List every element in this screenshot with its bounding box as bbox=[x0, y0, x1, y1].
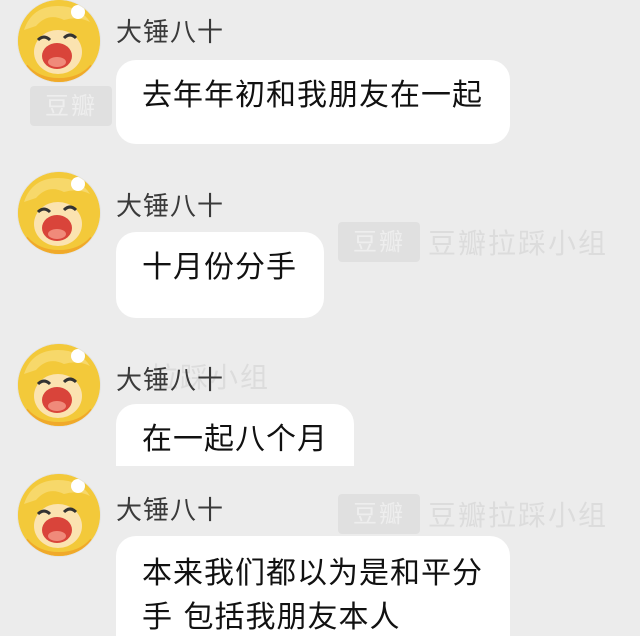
message-text: 去年年初和我朋友在一起 bbox=[142, 78, 483, 113]
message-text-line: 手 包括我朋友本人 bbox=[142, 600, 401, 635]
chat-thread: 豆瓣 豆瓣拉踩小组 豆瓣 豆瓣拉踩小组 拉踩小组 豆瓣 豆瓣拉踩小组 大锤八十 bbox=[0, 0, 640, 636]
message-bubble[interactable]: 去年年初和我朋友在一起 bbox=[116, 60, 510, 144]
douban-watermark-logo: 豆瓣 bbox=[338, 494, 420, 534]
cartoon-avatar-icon bbox=[18, 0, 100, 82]
douban-watermark-text: 豆瓣拉踩小组 bbox=[428, 499, 609, 532]
avatar[interactable] bbox=[18, 474, 100, 556]
message-text: 十月份分手 bbox=[142, 250, 297, 285]
avatar[interactable] bbox=[18, 172, 100, 254]
douban-watermark-text: 豆瓣拉踩小组 bbox=[428, 227, 609, 260]
cartoon-avatar-icon bbox=[18, 344, 100, 426]
avatar[interactable] bbox=[18, 0, 100, 82]
sender-name: 大锤八十 bbox=[116, 496, 225, 526]
douban-watermark-logo: 豆瓣 bbox=[338, 222, 420, 262]
douban-watermark: 豆瓣 豆瓣拉踩小组 bbox=[338, 222, 608, 262]
sender-name: 大锤八十 bbox=[116, 18, 225, 48]
cartoon-avatar-icon bbox=[18, 172, 100, 254]
douban-watermark: 豆瓣 豆瓣拉踩小组 bbox=[338, 494, 608, 534]
avatar[interactable] bbox=[18, 344, 100, 426]
sender-name: 大锤八十 bbox=[116, 192, 225, 222]
message-bubble[interactable]: 十月份分手 bbox=[116, 232, 324, 318]
douban-watermark-logo: 豆瓣 bbox=[30, 86, 112, 126]
message-bubble[interactable]: 本来我们都以为是和平分 手 包括我朋友本人 bbox=[116, 536, 510, 636]
message-text: 在一起八个月 bbox=[142, 422, 328, 457]
message-text-line: 本来我们都以为是和平分 bbox=[142, 556, 483, 591]
cartoon-avatar-icon bbox=[18, 474, 100, 556]
sender-name: 大锤八十 bbox=[116, 366, 225, 396]
message-bubble[interactable]: 在一起八个月 bbox=[116, 404, 354, 466]
